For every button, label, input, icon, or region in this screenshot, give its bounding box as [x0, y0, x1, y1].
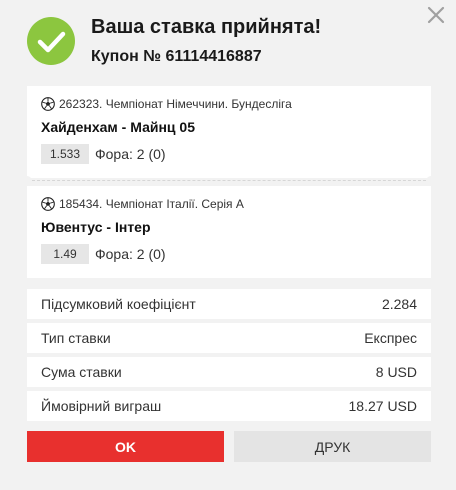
- summary-row-potential-win: Ймовірний виграш 18.27 USD: [27, 391, 431, 421]
- ok-button[interactable]: OK: [27, 431, 224, 462]
- match-name: Хайденхам - Майнц 05: [41, 119, 195, 135]
- print-button[interactable]: ДРУК: [234, 431, 431, 462]
- bet-card: 262323. Чемпіонат Німеччини. Бундесліга …: [27, 86, 431, 178]
- ticket-divider: [27, 180, 431, 183]
- summary-label: Підсумковий коефіцієнт: [41, 296, 196, 312]
- summary-row-stake: Сума ставки 8 USD: [27, 357, 431, 387]
- checkmark-icon: [27, 17, 75, 65]
- dialog-title: Ваша ставка прийнята!: [91, 16, 322, 38]
- dialog-header: Ваша ставка прийнята! Купон № 6111441688…: [27, 14, 321, 68]
- soccer-ball-icon: [41, 97, 55, 111]
- bet-type: Фора: 2 (0): [95, 146, 166, 162]
- event-name: 262323. Чемпіонат Німеччини. Бундесліга: [59, 97, 292, 111]
- summary-row-total-odds: Підсумковий коефіцієнт 2.284: [27, 289, 431, 319]
- summary-value: 18.27 USD: [348, 398, 417, 414]
- summary-label: Ймовірний виграш: [41, 398, 162, 414]
- odds-badge: 1.533: [41, 144, 89, 164]
- match-name: Ювентус - Інтер: [41, 219, 151, 235]
- event-name: 185434. Чемпіонат Італії. Серія А: [59, 197, 244, 211]
- odds-badge: 1.49: [41, 244, 89, 264]
- summary-label: Сума ставки: [41, 364, 122, 380]
- close-icon[interactable]: [424, 3, 448, 27]
- summary-row-bet-type: Тип ставки Експрес: [27, 323, 431, 353]
- close-button[interactable]: [424, 3, 448, 27]
- bet-type: Фора: 2 (0): [95, 246, 166, 262]
- coupon-number: Купон № 61114416887: [91, 48, 262, 65]
- soccer-ball-icon: [41, 197, 55, 211]
- summary-value: 2.284: [381, 296, 417, 312]
- summary-value: Експрес: [364, 330, 417, 346]
- bet-card: 185434. Чемпіонат Італії. Серія А Ювенту…: [27, 186, 431, 278]
- summary-value: 8 USD: [375, 364, 417, 380]
- summary-label: Тип ставки: [41, 330, 111, 346]
